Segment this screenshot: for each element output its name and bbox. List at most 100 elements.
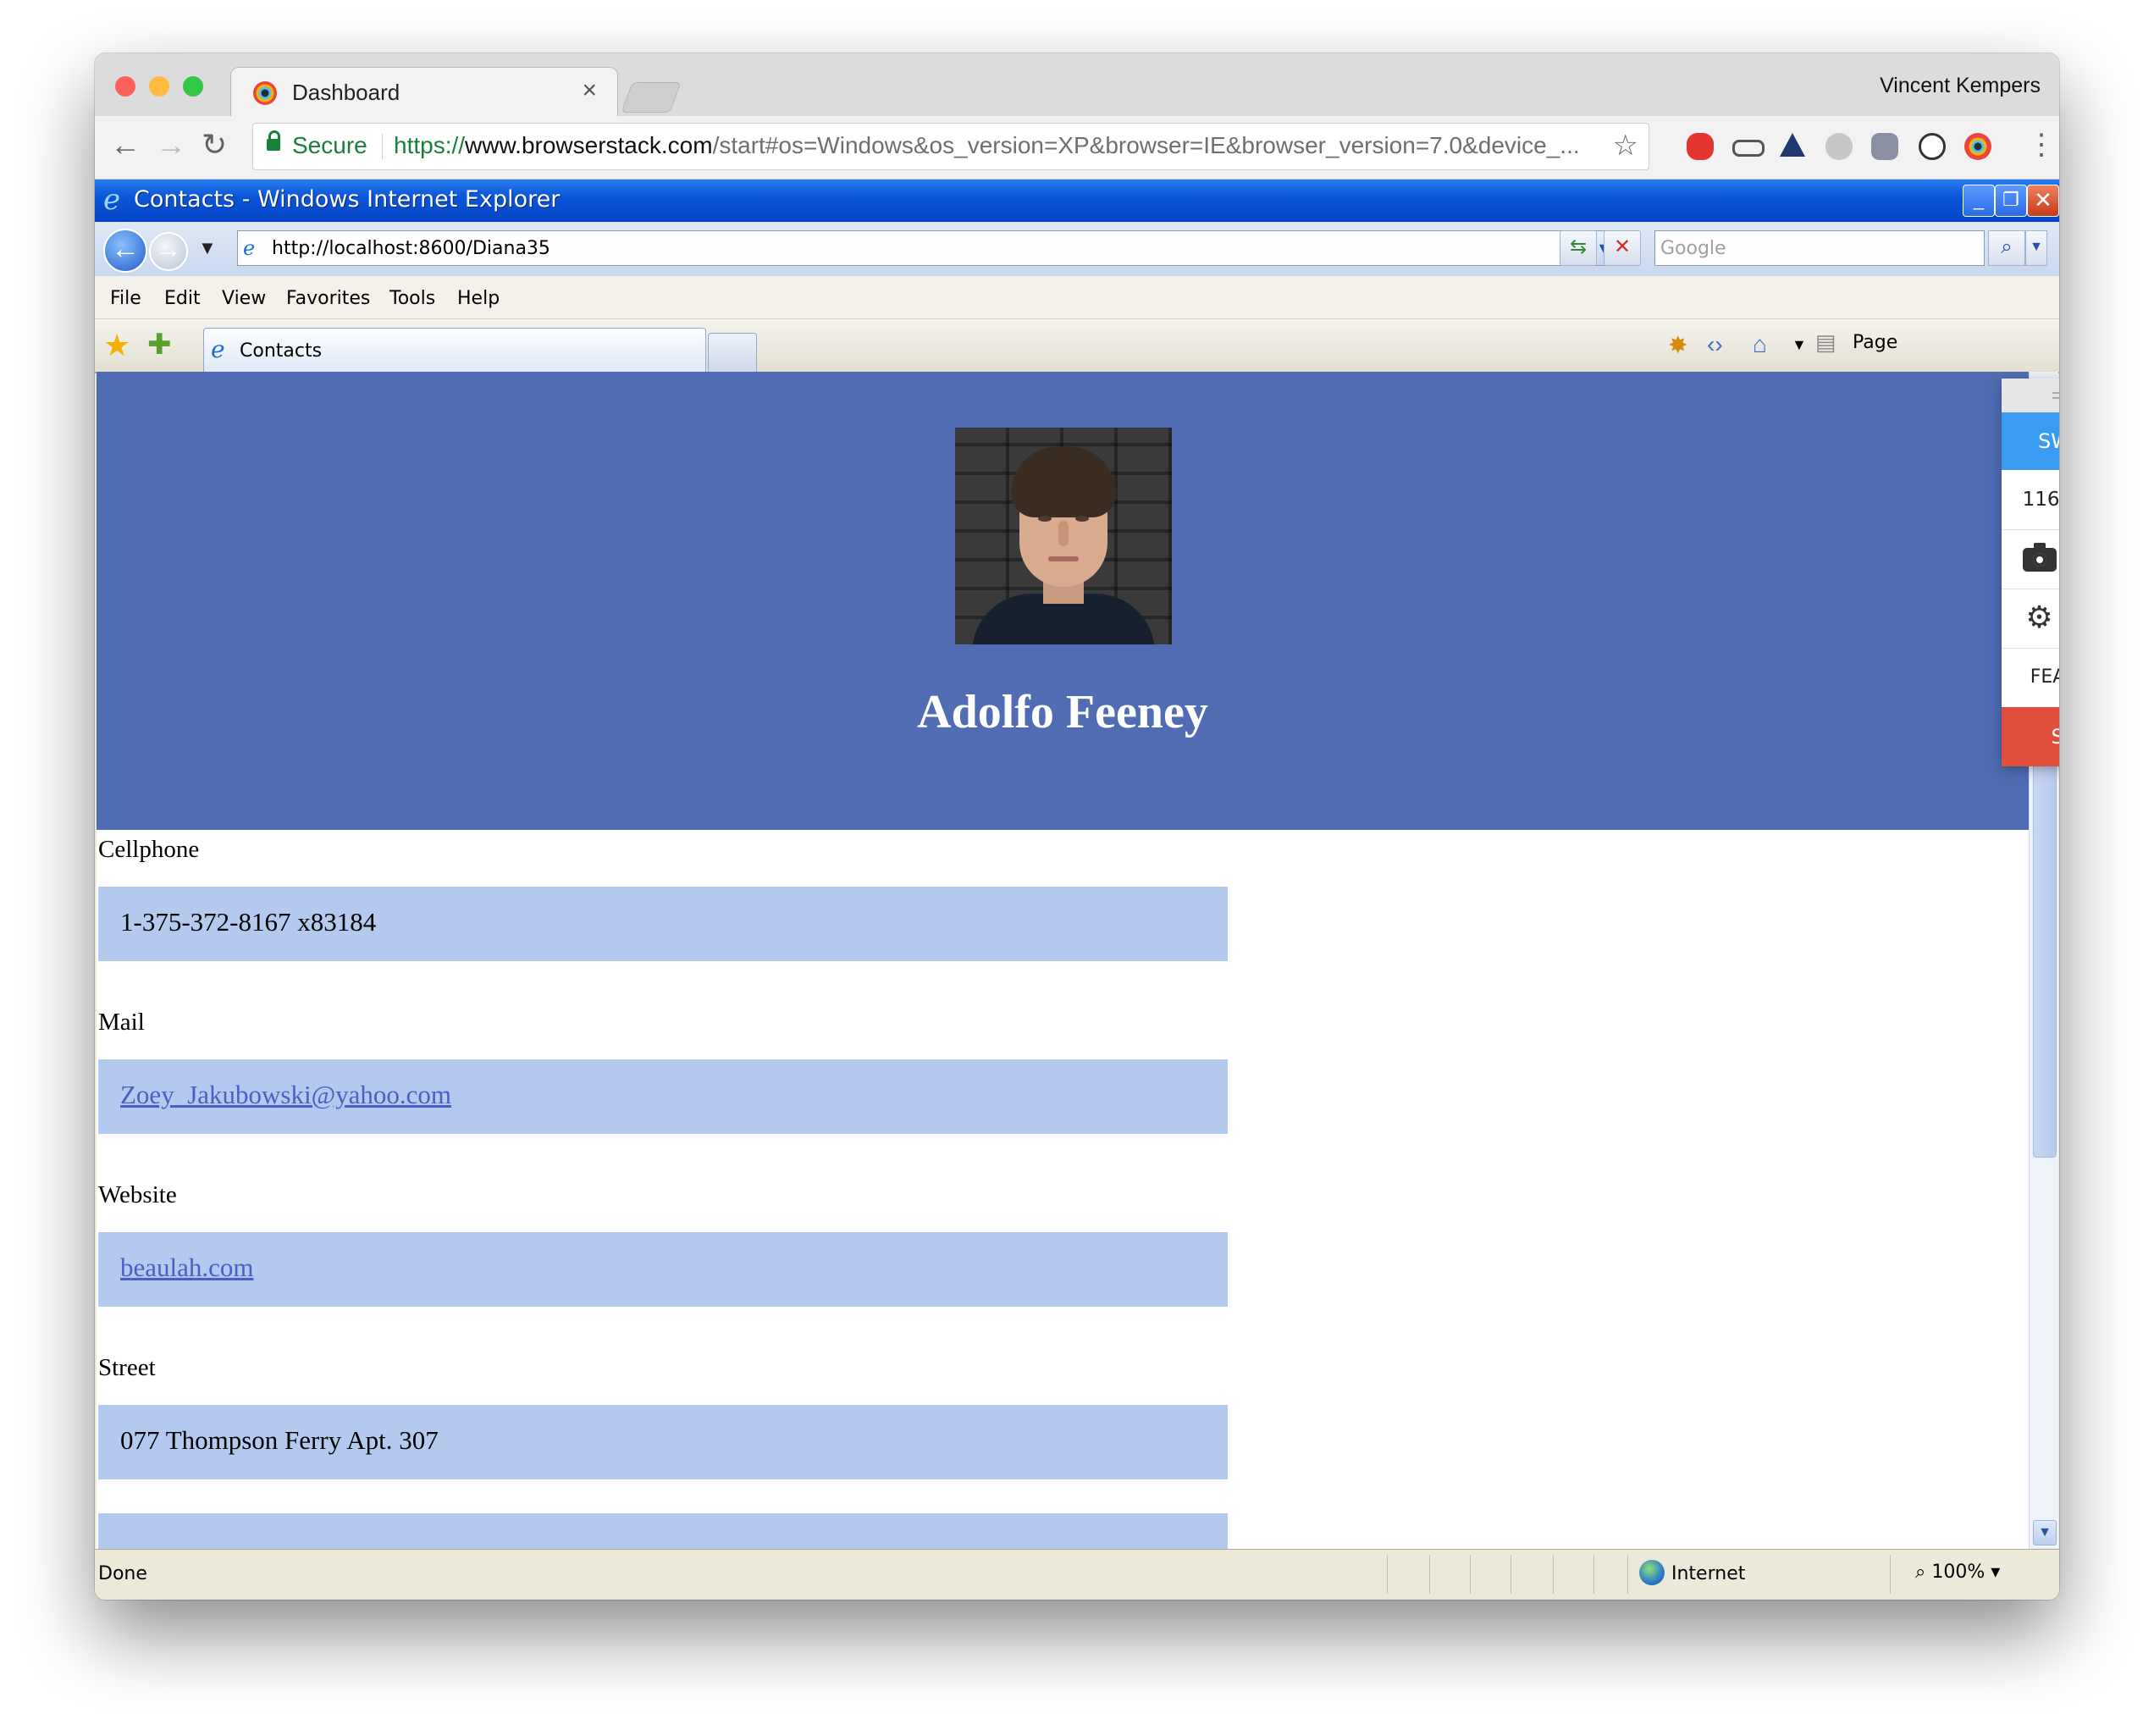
ie-new-tab-button[interactable] bbox=[708, 333, 757, 373]
ie-command-bar: ★ ✚ e Contacts ✸ ‹› ⌂ ▼ ▤ Page bbox=[95, 319, 2059, 373]
settings-button[interactable]: ⚙ bbox=[2002, 589, 2059, 649]
chrome-tab-dashboard[interactable]: Dashboard × bbox=[230, 67, 618, 119]
bookmark-star-icon[interactable]: ☆ bbox=[1613, 129, 1638, 163]
search-dropdown-icon[interactable]: ▼ bbox=[2025, 230, 2047, 266]
ie-title-bar: e Contacts - Windows Internet Explorer _… bbox=[95, 180, 2059, 222]
zoom-level[interactable]: ⌕ 100% ▾ bbox=[1915, 1562, 2000, 1583]
ie-tab-title: Contacts bbox=[240, 340, 323, 362]
back-arrow-icon[interactable]: ← bbox=[110, 128, 141, 162]
menu-file[interactable]: File bbox=[110, 288, 141, 309]
features-button[interactable]: FEATURES bbox=[2002, 648, 2059, 708]
omnibox[interactable]: Secure https://www.browserstack.com/star… bbox=[252, 123, 1649, 170]
browserstack-favicon-icon bbox=[253, 81, 277, 105]
ie-page-icon: e bbox=[243, 236, 256, 260]
refresh-icon[interactable]: ⇆ bbox=[1560, 230, 1597, 266]
minimize-window-button[interactable] bbox=[149, 76, 169, 97]
home-dropdown-icon[interactable]: ▼ bbox=[1792, 336, 1807, 354]
lock-icon bbox=[267, 130, 280, 151]
scroll-down-arrow-icon[interactable]: ▼ bbox=[2033, 1520, 2057, 1545]
ie-close-button[interactable]: ✕ bbox=[2027, 185, 2059, 217]
glasses-extension-icon[interactable] bbox=[1732, 140, 1765, 157]
chrome-tab-strip: Dashboard × Vincent Kempers bbox=[95, 53, 2059, 119]
security-zone: Internet bbox=[1671, 1563, 1746, 1584]
zoom-window-button[interactable] bbox=[183, 76, 203, 97]
chrome-menu-icon[interactable]: ⋮ bbox=[2027, 128, 2056, 162]
menu-favorites[interactable]: Favorites bbox=[286, 288, 370, 309]
mail-field: Zoey_Jakubowski@yahoo.com bbox=[98, 1059, 1228, 1134]
opera-extension-icon[interactable] bbox=[1687, 133, 1714, 160]
page-viewport: Adolfo Feeney Cellphone 1-375-372-8167 x… bbox=[97, 372, 2029, 1549]
triangle-extension-icon[interactable] bbox=[1780, 133, 1805, 157]
panel-drag-handle[interactable] bbox=[2002, 379, 2059, 412]
forward-arrow-icon[interactable]: → bbox=[156, 128, 186, 162]
contact-header: Adolfo Feeney bbox=[97, 372, 2029, 830]
b-extension-icon[interactable] bbox=[1825, 133, 1853, 160]
cellphone-label: Cellphone bbox=[98, 836, 200, 863]
website-field: beaulah.com bbox=[98, 1232, 1228, 1307]
ie-window-title: Contacts - Windows Internet Explorer bbox=[134, 186, 561, 213]
browserstack-panel: SWITCH 1160 x 839 ⚙ ? FEATURES STOP bbox=[2002, 379, 2059, 766]
ie-search-input[interactable]: Google bbox=[1654, 230, 1985, 266]
home-icon[interactable]: ⌂ bbox=[1753, 331, 1767, 358]
browser-window: Dashboard × Vincent Kempers ← → ↻ Secure… bbox=[95, 53, 2059, 1600]
stop-icon[interactable]: ✕ bbox=[1604, 230, 1641, 266]
website-link[interactable]: beaulah.com bbox=[120, 1252, 254, 1283]
camera-icon bbox=[2022, 543, 2057, 572]
feeds-icon[interactable]: ✸ bbox=[1668, 331, 1687, 359]
ie-window: e Contacts - Windows Internet Explorer _… bbox=[95, 180, 2059, 1600]
website-label: Website bbox=[98, 1181, 177, 1208]
status-text: Done bbox=[98, 1563, 147, 1584]
zoom-icon: ⌕ bbox=[1915, 1562, 1926, 1583]
street-value: 077 Thompson Ferry Apt. 307 bbox=[120, 1425, 439, 1455]
ie-back-button[interactable]: ← bbox=[103, 229, 147, 273]
ie-restore-button[interactable]: ❐ bbox=[1995, 185, 2027, 217]
ie-tab-icon: e bbox=[211, 335, 225, 363]
street-label: Street bbox=[98, 1354, 156, 1381]
gear-icon: ⚙ bbox=[2025, 600, 2053, 635]
street-field: 077 Thompson Ferry Apt. 307 bbox=[98, 1405, 1228, 1479]
cellphone-value: 1-375-372-8167 x83184 bbox=[120, 907, 377, 937]
ie-forward-button[interactable]: → bbox=[149, 232, 188, 271]
internet-zone-icon bbox=[1639, 1560, 1665, 1585]
mail-label: Mail bbox=[98, 1009, 145, 1036]
new-tab-button[interactable] bbox=[621, 82, 682, 113]
stop-button[interactable]: STOP bbox=[2002, 707, 2059, 766]
ie-minimize-button[interactable]: _ bbox=[1963, 185, 1995, 217]
web-slices-icon[interactable]: ‹› bbox=[1707, 331, 1723, 358]
menu-view[interactable]: View bbox=[222, 288, 266, 309]
owl-extension-icon[interactable] bbox=[1871, 133, 1898, 160]
screenshot-button[interactable] bbox=[2002, 529, 2059, 589]
resolution-label: 1160 x 839 bbox=[2002, 470, 2059, 530]
chrome-toolbar: ← → ↻ Secure https://www.browserstack.co… bbox=[95, 116, 2059, 180]
browserstack-extension-icon[interactable] bbox=[1964, 133, 1991, 160]
ie-address-text: http://localhost:8600/Diana35 bbox=[272, 238, 550, 259]
page-menu-button[interactable]: Page bbox=[1853, 332, 1897, 353]
menu-tools[interactable]: Tools bbox=[389, 288, 435, 309]
search-icon[interactable]: ⌕ bbox=[1988, 230, 2025, 266]
favorites-star-icon[interactable]: ★ bbox=[103, 328, 130, 363]
page-icon: ▤ bbox=[1815, 329, 1836, 355]
menu-edit[interactable]: Edit bbox=[164, 288, 201, 309]
contact-photo bbox=[955, 428, 1172, 644]
ie-address-bar: ← → ▼ e http://localhost:8600/Diana35 ▼ … bbox=[95, 222, 2059, 276]
ie-status-bar: Done Internet ⌕ 100% ▾ bbox=[95, 1549, 2059, 1600]
menu-help[interactable]: Help bbox=[457, 288, 500, 309]
close-window-button[interactable] bbox=[115, 76, 135, 97]
cellphone-field: 1-375-372-8167 x83184 bbox=[98, 887, 1228, 961]
profile-name[interactable]: Vincent Kempers bbox=[1880, 74, 2041, 98]
ie-address-input[interactable]: e http://localhost:8600/Diana35 ▼ bbox=[237, 230, 1617, 266]
omnibox-url[interactable]: https://www.browserstack.com/start#os=Wi… bbox=[394, 132, 1613, 159]
ie-menu-bar: File Edit View Favorites Tools Help bbox=[95, 276, 2059, 319]
ie-tab-contacts[interactable]: e Contacts bbox=[203, 328, 706, 373]
mail-link[interactable]: Zoey_Jakubowski@yahoo.com bbox=[120, 1080, 451, 1110]
contact-name: Adolfo Feeney bbox=[917, 686, 1208, 738]
history-dropdown-icon[interactable]: ▼ bbox=[198, 237, 217, 259]
next-field bbox=[98, 1513, 1228, 1549]
secure-label: Secure bbox=[292, 132, 367, 158]
info-extension-icon[interactable] bbox=[1919, 133, 1946, 160]
reload-icon[interactable]: ↻ bbox=[202, 128, 227, 162]
add-favorite-icon[interactable]: ✚ bbox=[147, 328, 172, 362]
switch-button[interactable]: SWITCH bbox=[2002, 412, 2059, 470]
close-tab-icon[interactable]: × bbox=[582, 76, 597, 105]
chrome-tab-title: Dashboard bbox=[292, 80, 400, 105]
